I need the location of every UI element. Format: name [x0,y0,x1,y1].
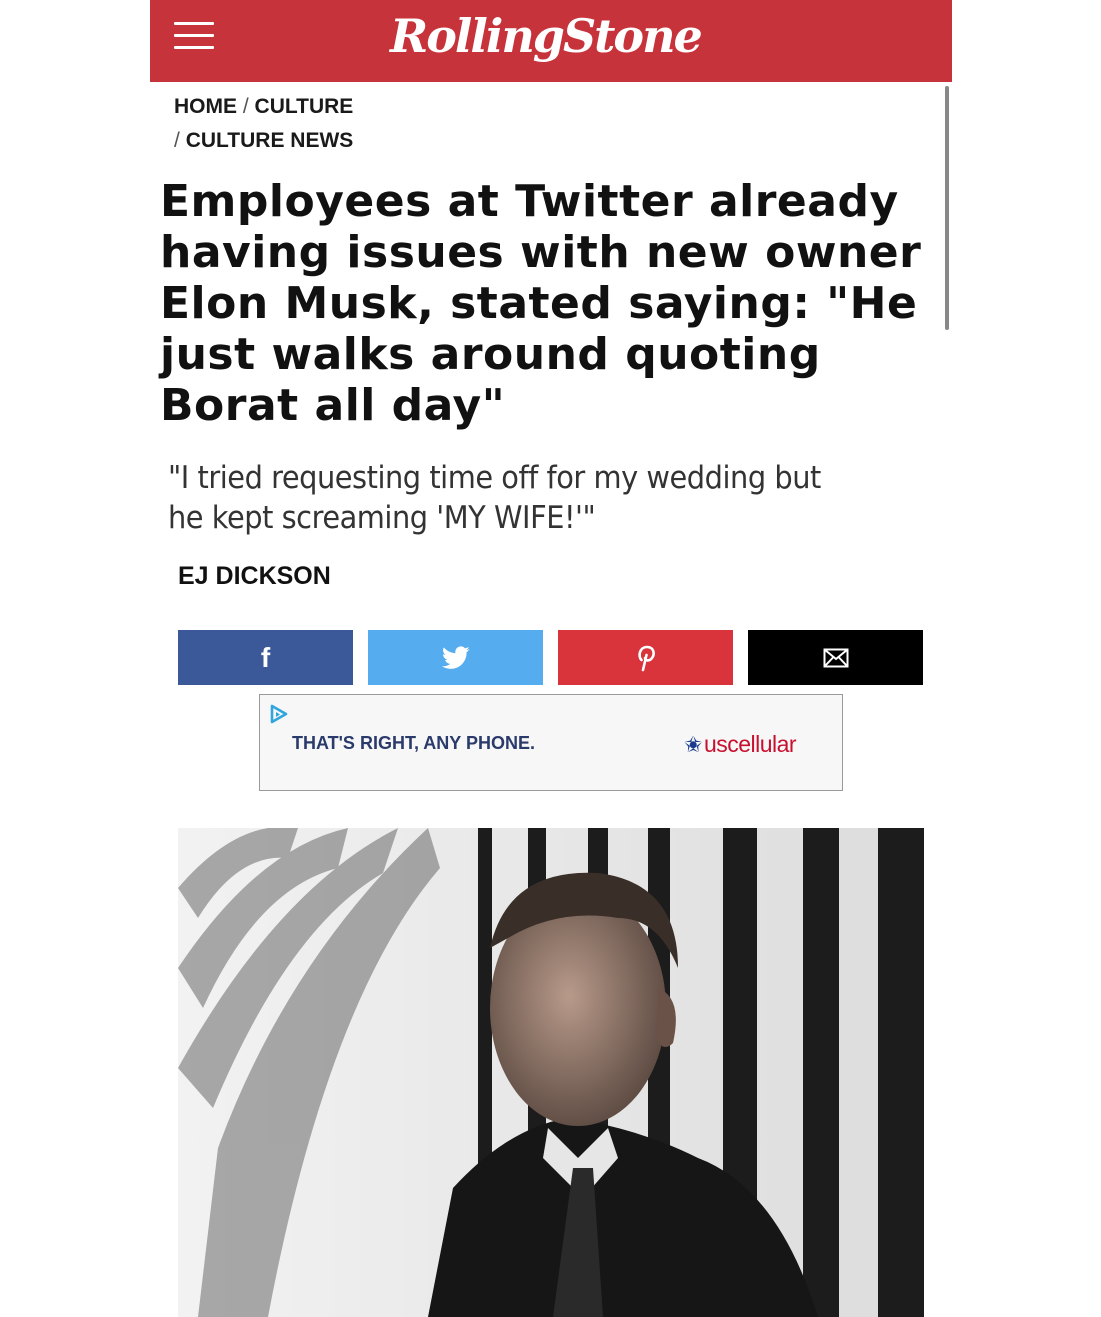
ad-text: THAT'S RIGHT, ANY PHONE. [292,733,535,753]
twitter-icon [441,645,470,669]
breadcrumb-culture[interactable]: CULTURE [255,95,354,118]
advertisement-banner[interactable]: THAT'S RIGHT, ANY PHONE. ✬uscellular [259,694,843,791]
pinterest-icon [637,645,655,671]
article-hero-image [178,828,924,1317]
article-page: RollingStone HOME / CULTURE / CULTURE NE… [150,0,952,1317]
share-pinterest-button[interactable] [558,630,733,685]
breadcrumb-home[interactable]: HOME [174,95,237,118]
breadcrumb: HOME / CULTURE / CULTURE NEWS [174,90,574,158]
portrait-photo [178,828,924,1317]
breadcrumb-separator: / [242,95,249,118]
breadcrumb-culture-news[interactable]: CULTURE NEWS [186,129,354,152]
article-headline: Employees at Twitter already having issu… [160,176,922,431]
hamburger-menu-icon[interactable] [174,22,214,50]
ad-brand-name: uscellular [703,731,797,757]
share-email-button[interactable] [748,630,923,685]
ad-brand-logo: ✬uscellular [684,731,797,758]
adchoices-icon[interactable] [268,703,290,725]
email-icon [823,648,848,667]
star-icon: ✬ [684,732,702,757]
breadcrumb-separator: / [174,129,180,152]
facebook-icon: f [260,641,271,673]
site-logo[interactable]: RollingStone [390,6,720,66]
article-dek: "I tried requesting time off for my wedd… [168,460,821,536]
author-byline[interactable]: EJ DICKSON [178,562,331,591]
site-header: RollingStone [150,0,952,82]
share-facebook-button[interactable]: f [178,630,353,685]
share-twitter-button[interactable] [368,630,543,685]
